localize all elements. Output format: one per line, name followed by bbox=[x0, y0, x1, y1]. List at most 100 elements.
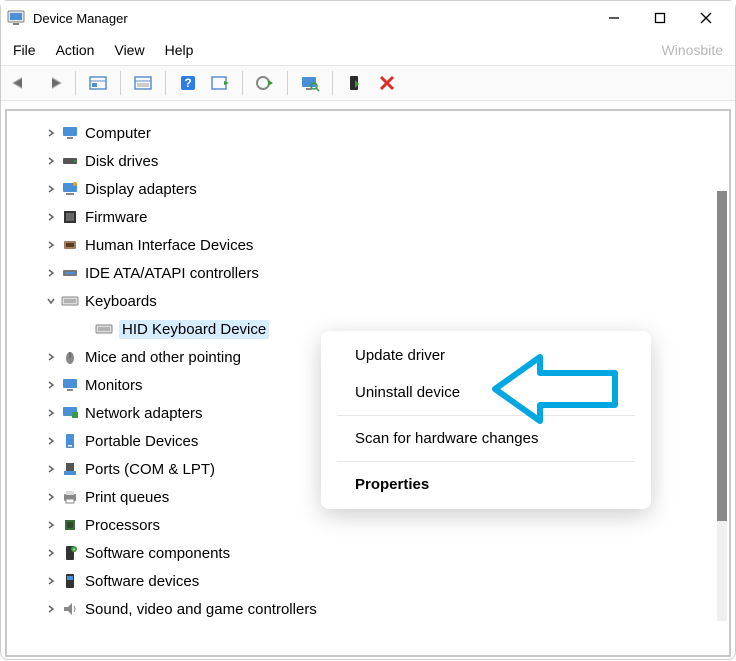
ide-icon bbox=[61, 264, 79, 282]
titlebar: Device Manager bbox=[1, 1, 735, 35]
display-icon bbox=[61, 180, 79, 198]
tree-item-label: HID Keyboard Device bbox=[119, 320, 269, 339]
tree-item-label: Computer bbox=[85, 125, 151, 142]
chevron-right-icon[interactable] bbox=[43, 573, 59, 589]
swcomp-icon: + bbox=[61, 544, 79, 562]
watermark: Winosbite bbox=[662, 42, 723, 58]
chevron-right-icon[interactable] bbox=[43, 153, 59, 169]
swdev-icon bbox=[61, 572, 79, 590]
network-icon bbox=[61, 404, 79, 422]
disable-device-button[interactable] bbox=[373, 69, 401, 97]
tree-item[interactable]: + Software components bbox=[7, 539, 729, 567]
close-button[interactable] bbox=[683, 3, 729, 33]
tree-item[interactable]: Processors bbox=[7, 511, 729, 539]
tree-item-label: Ports (COM & LPT) bbox=[85, 461, 215, 478]
menu-view[interactable]: View bbox=[114, 42, 144, 58]
tree-item-label: Network adapters bbox=[85, 405, 203, 422]
minimize-button[interactable] bbox=[591, 3, 637, 33]
tree-item-label: Mice and other pointing bbox=[85, 349, 241, 366]
menu-action[interactable]: Action bbox=[56, 42, 95, 58]
tree-item-label: Portable Devices bbox=[85, 433, 198, 450]
disk-icon bbox=[61, 152, 79, 170]
tree-item-label: Processors bbox=[85, 517, 160, 534]
toolbar: ? bbox=[1, 65, 735, 101]
tree-item[interactable]: Display adapters bbox=[7, 175, 729, 203]
maximize-button[interactable] bbox=[637, 3, 683, 33]
vertical-scrollbar[interactable] bbox=[717, 191, 727, 621]
chevron-right-icon[interactable] bbox=[43, 433, 59, 449]
chevron-right-icon[interactable] bbox=[43, 377, 59, 393]
expander-none bbox=[77, 321, 93, 337]
chevron-right-icon[interactable] bbox=[43, 125, 59, 141]
tree-panel: Computer Disk drives Display adapters Firmw… bbox=[5, 109, 731, 657]
hid-icon bbox=[61, 236, 79, 254]
keyboard-icon bbox=[61, 292, 79, 310]
sound-icon bbox=[61, 600, 79, 618]
update-driver-button[interactable] bbox=[251, 69, 279, 97]
tree-item-label: Print queues bbox=[85, 489, 169, 506]
tree-item-label: Software components bbox=[85, 545, 230, 562]
details-button[interactable] bbox=[129, 69, 157, 97]
context-menu-item[interactable]: Scan for hardware changes bbox=[325, 420, 647, 457]
chevron-right-icon[interactable] bbox=[43, 349, 59, 365]
context-menu-separator bbox=[337, 415, 635, 416]
forward-button[interactable] bbox=[39, 69, 67, 97]
window-title: Device Manager bbox=[33, 11, 128, 26]
chevron-right-icon[interactable] bbox=[43, 489, 59, 505]
chevron-down-icon[interactable] bbox=[43, 293, 59, 309]
tree-item[interactable]: Computer bbox=[7, 119, 729, 147]
svg-text:?: ? bbox=[184, 76, 191, 90]
computer-icon bbox=[61, 124, 79, 142]
context-menu-item[interactable]: Properties bbox=[325, 466, 647, 503]
action-button[interactable] bbox=[206, 69, 234, 97]
chevron-right-icon[interactable] bbox=[43, 209, 59, 225]
chevron-right-icon[interactable] bbox=[43, 517, 59, 533]
scan-hardware-button[interactable] bbox=[296, 69, 324, 97]
context-menu: Update driverUninstall device Scan for ha… bbox=[321, 331, 651, 509]
menubar: File Action View Help Winosbite bbox=[1, 35, 735, 65]
tree-item-label: Sound, video and game controllers bbox=[85, 601, 317, 618]
cpu-icon bbox=[61, 516, 79, 534]
app-icon bbox=[7, 9, 25, 27]
show-hidden-button[interactable] bbox=[84, 69, 112, 97]
tree-item-label: Human Interface Devices bbox=[85, 237, 253, 254]
context-menu-separator bbox=[337, 461, 635, 462]
tree-item[interactable]: Firmware bbox=[7, 203, 729, 231]
tree-item-label: Firmware bbox=[85, 209, 148, 226]
tree-item-label: Display adapters bbox=[85, 181, 197, 198]
context-menu-item[interactable]: Uninstall device bbox=[325, 374, 647, 411]
tree-item-label: Keyboards bbox=[85, 293, 157, 310]
chevron-right-icon[interactable] bbox=[43, 545, 59, 561]
tree-item-label: Monitors bbox=[85, 377, 143, 394]
content-area: Computer Disk drives Display adapters Firmw… bbox=[1, 101, 735, 661]
scrollbar-thumb[interactable] bbox=[717, 191, 727, 521]
tree-item[interactable]: Keyboards bbox=[7, 287, 729, 315]
menu-help[interactable]: Help bbox=[165, 42, 194, 58]
chevron-right-icon[interactable] bbox=[43, 601, 59, 617]
enable-device-button[interactable] bbox=[341, 69, 369, 97]
printer-icon bbox=[61, 488, 79, 506]
context-menu-item[interactable]: Update driver bbox=[325, 337, 647, 374]
back-button[interactable] bbox=[7, 69, 35, 97]
mouse-icon bbox=[61, 348, 79, 366]
chevron-right-icon[interactable] bbox=[43, 461, 59, 477]
firmware-icon bbox=[61, 208, 79, 226]
help-button[interactable]: ? bbox=[174, 69, 202, 97]
chevron-right-icon[interactable] bbox=[43, 265, 59, 281]
menu-file[interactable]: File bbox=[13, 42, 36, 58]
svg-text:+: + bbox=[73, 547, 76, 553]
monitor-icon bbox=[61, 376, 79, 394]
chevron-right-icon[interactable] bbox=[43, 405, 59, 421]
tree-item[interactable]: IDE ATA/ATAPI controllers bbox=[7, 259, 729, 287]
tree-item[interactable]: Human Interface Devices bbox=[7, 231, 729, 259]
portable-icon bbox=[61, 432, 79, 450]
tree-item-label: Disk drives bbox=[85, 153, 158, 170]
tree-item-label: IDE ATA/ATAPI controllers bbox=[85, 265, 259, 282]
tree-item-label: Software devices bbox=[85, 573, 199, 590]
port-icon bbox=[61, 460, 79, 478]
tree-item[interactable]: Software devices bbox=[7, 567, 729, 595]
tree-item[interactable]: Disk drives bbox=[7, 147, 729, 175]
tree-item[interactable]: Sound, video and game controllers bbox=[7, 595, 729, 623]
chevron-right-icon[interactable] bbox=[43, 237, 59, 253]
chevron-right-icon[interactable] bbox=[43, 181, 59, 197]
